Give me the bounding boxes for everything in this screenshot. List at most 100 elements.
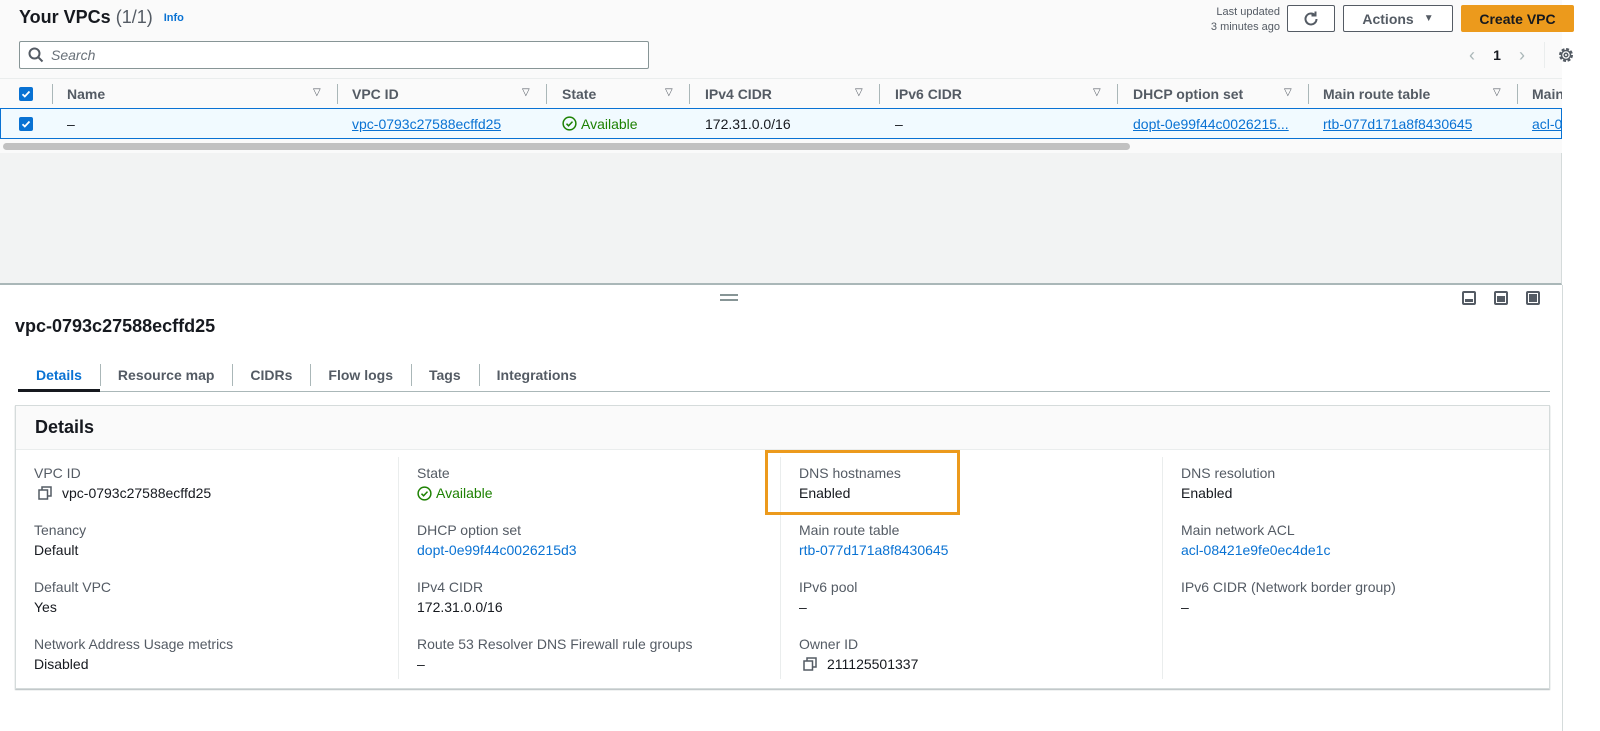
tab-label: Tags bbox=[428, 366, 461, 383]
search-field[interactable] bbox=[19, 41, 649, 69]
vpc-list-header: Your VPCs (1/1) Info Last updated 3 minu… bbox=[0, 0, 1574, 78]
field-value: – bbox=[799, 599, 807, 615]
field-label: Owner ID bbox=[799, 636, 859, 652]
column-header-ipv6-cidr[interactable]: IPv6 CIDR bbox=[895, 79, 962, 108]
column-resizer[interactable] bbox=[689, 84, 690, 104]
field-value: 211125501337 bbox=[799, 653, 918, 675]
tab-label: CIDRs bbox=[250, 366, 293, 383]
status-success-icon bbox=[562, 116, 577, 131]
caret-down-icon: ▼ bbox=[1423, 13, 1434, 24]
gear-icon[interactable] bbox=[1557, 46, 1575, 64]
details-column-1: VPC ID vpc-0793c27588ecffd25 Tenancy Def… bbox=[16, 457, 398, 679]
field-label: State bbox=[417, 465, 450, 481]
view-bottom-panel-medium-icon[interactable] bbox=[1494, 291, 1508, 305]
search-icon bbox=[28, 47, 44, 63]
field-ipv6-pool: IPv6 pool – bbox=[799, 578, 857, 618]
detail-tabs: Details Resource map CIDRs Flow logs Tag… bbox=[18, 358, 1550, 392]
dhcp-option-set-link[interactable]: dopt-0e99f44c0026215... bbox=[1133, 116, 1289, 132]
column-header-main-route-table[interactable]: Main route table bbox=[1323, 79, 1430, 108]
cell-dhcp-option-set[interactable]: dopt-0e99f44c0026215... bbox=[1133, 109, 1289, 138]
copy-icon[interactable] bbox=[803, 657, 817, 671]
field-value: 172.31.0.0/16 bbox=[417, 599, 503, 615]
field-label: Network Address Usage metrics bbox=[34, 636, 234, 652]
tab-flow-logs[interactable]: Flow logs bbox=[310, 358, 411, 391]
next-page-icon[interactable]: › bbox=[1512, 45, 1532, 66]
view-bottom-panel-full-icon[interactable] bbox=[1526, 291, 1540, 305]
select-all-checkbox[interactable] bbox=[19, 79, 33, 108]
main-route-table-link[interactable]: rtb-077d171a8f8430645 bbox=[1323, 116, 1472, 132]
tab-label: Details bbox=[36, 366, 82, 383]
column-resizer[interactable] bbox=[1517, 84, 1518, 104]
row-checkbox[interactable] bbox=[19, 109, 33, 138]
tab-tags[interactable]: Tags bbox=[410, 358, 479, 391]
details-card: Details VPC ID vpc-0793c27588ecffd25 Ten… bbox=[15, 405, 1550, 689]
info-link[interactable]: Info bbox=[164, 12, 184, 24]
column-resizer[interactable] bbox=[1117, 84, 1118, 104]
cell-ipv6-cidr: – bbox=[895, 115, 903, 132]
sort-icon[interactable]: ▽ bbox=[1493, 87, 1501, 98]
field-route53-resolver-dns-firewall: Route 53 Resolver DNS Firewall rule grou… bbox=[417, 635, 692, 675]
field-value: – bbox=[417, 656, 425, 672]
field-value: Enabled bbox=[799, 485, 851, 501]
field-value: vpc-0793c27588ecffd25 bbox=[34, 482, 211, 504]
main-route-table-link[interactable]: rtb-077d171a8f8430645 bbox=[799, 539, 948, 561]
split-panel-view-controls bbox=[1462, 291, 1540, 305]
sort-icon[interactable]: ▽ bbox=[665, 87, 673, 98]
column-header-state[interactable]: State bbox=[562, 79, 596, 108]
horizontal-scrollbar[interactable] bbox=[0, 139, 1562, 153]
sort-icon[interactable]: ▽ bbox=[855, 87, 863, 98]
cell-main-route-table[interactable]: rtb-077d171a8f8430645 bbox=[1323, 109, 1472, 138]
vpc-id-value: vpc-0793c27588ecffd25 bbox=[62, 485, 212, 501]
table-header: Name ▽ VPC ID ▽ State ▽ IPv4 CIDR ▽ IPv6… bbox=[0, 78, 1562, 108]
dhcp-option-set-link[interactable]: dopt-0e99f44c0026215d3 bbox=[417, 539, 577, 561]
details-key-value-grid: VPC ID vpc-0793c27588ecffd25 Tenancy Def… bbox=[16, 451, 1549, 687]
sort-icon[interactable]: ▽ bbox=[1093, 87, 1101, 98]
pagination-divider bbox=[1544, 42, 1545, 68]
title-text: Your VPCs bbox=[19, 7, 111, 27]
field-ipv6-cidr-network-border-group: IPv6 CIDR (Network border group) – bbox=[1181, 578, 1396, 618]
current-page[interactable]: 1 bbox=[1482, 47, 1512, 63]
tab-integrations[interactable]: Integrations bbox=[478, 358, 595, 391]
view-bottom-panel-small-icon[interactable] bbox=[1462, 291, 1476, 305]
column-header-ipv4-cidr[interactable]: IPv4 CIDR bbox=[705, 79, 772, 108]
previous-page-icon[interactable]: ‹ bbox=[1462, 45, 1482, 66]
main-network-acl-link[interactable]: acl-08421e9fe0ec4de1c bbox=[1181, 539, 1330, 561]
tab-details[interactable]: Details bbox=[18, 358, 100, 392]
column-header-main-network-acl[interactable]: Main bbox=[1532, 79, 1562, 108]
field-value: – bbox=[1181, 599, 1189, 615]
column-label: IPv6 CIDR bbox=[895, 85, 962, 102]
field-dns-hostnames: DNS hostnames Enabled bbox=[799, 464, 901, 504]
sort-icon[interactable]: ▽ bbox=[1284, 87, 1292, 98]
column-resizer[interactable] bbox=[1308, 84, 1309, 104]
sort-icon[interactable]: ▽ bbox=[522, 87, 530, 98]
field-value: Disabled bbox=[34, 656, 89, 672]
column-resizer[interactable] bbox=[337, 84, 338, 104]
status-success-icon bbox=[417, 485, 432, 501]
create-vpc-button[interactable]: Create VPC bbox=[1461, 5, 1574, 32]
column-header-dhcp-option-set[interactable]: DHCP option set bbox=[1133, 79, 1243, 108]
search-input[interactable] bbox=[51, 47, 611, 63]
cell-main-network-acl[interactable]: acl-0 bbox=[1532, 109, 1562, 138]
refresh-button[interactable] bbox=[1287, 5, 1335, 32]
main-network-acl-link[interactable]: acl-0 bbox=[1532, 116, 1562, 132]
column-header-vpc-id[interactable]: VPC ID bbox=[352, 79, 399, 108]
scrollbar-thumb[interactable] bbox=[3, 143, 1130, 150]
field-value: Available bbox=[417, 482, 493, 504]
sort-icon[interactable]: ▽ bbox=[313, 87, 321, 98]
cell-vpc-id[interactable]: vpc-0793c27588ecffd25 bbox=[352, 109, 501, 138]
column-label: State bbox=[562, 85, 597, 102]
column-resizer[interactable] bbox=[879, 84, 880, 104]
selection-count: (1/1) bbox=[115, 7, 153, 27]
table-row[interactable]: – vpc-0793c27588ecffd25 Available 172.31… bbox=[0, 108, 1562, 139]
copy-icon[interactable] bbox=[38, 486, 52, 500]
field-label: IPv6 pool bbox=[799, 579, 858, 595]
cell-state: Available bbox=[562, 109, 638, 138]
split-panel-drag-handle[interactable] bbox=[720, 294, 738, 301]
tab-resource-map[interactable]: Resource map bbox=[99, 358, 232, 391]
vpc-id-link[interactable]: vpc-0793c27588ecffd25 bbox=[352, 116, 501, 132]
actions-dropdown[interactable]: Actions ▼ bbox=[1343, 5, 1453, 32]
tab-cidrs[interactable]: CIDRs bbox=[232, 358, 310, 391]
column-resizer[interactable] bbox=[546, 84, 547, 104]
column-header-name[interactable]: Name bbox=[67, 79, 105, 108]
checkbox-checked-icon bbox=[19, 86, 33, 101]
